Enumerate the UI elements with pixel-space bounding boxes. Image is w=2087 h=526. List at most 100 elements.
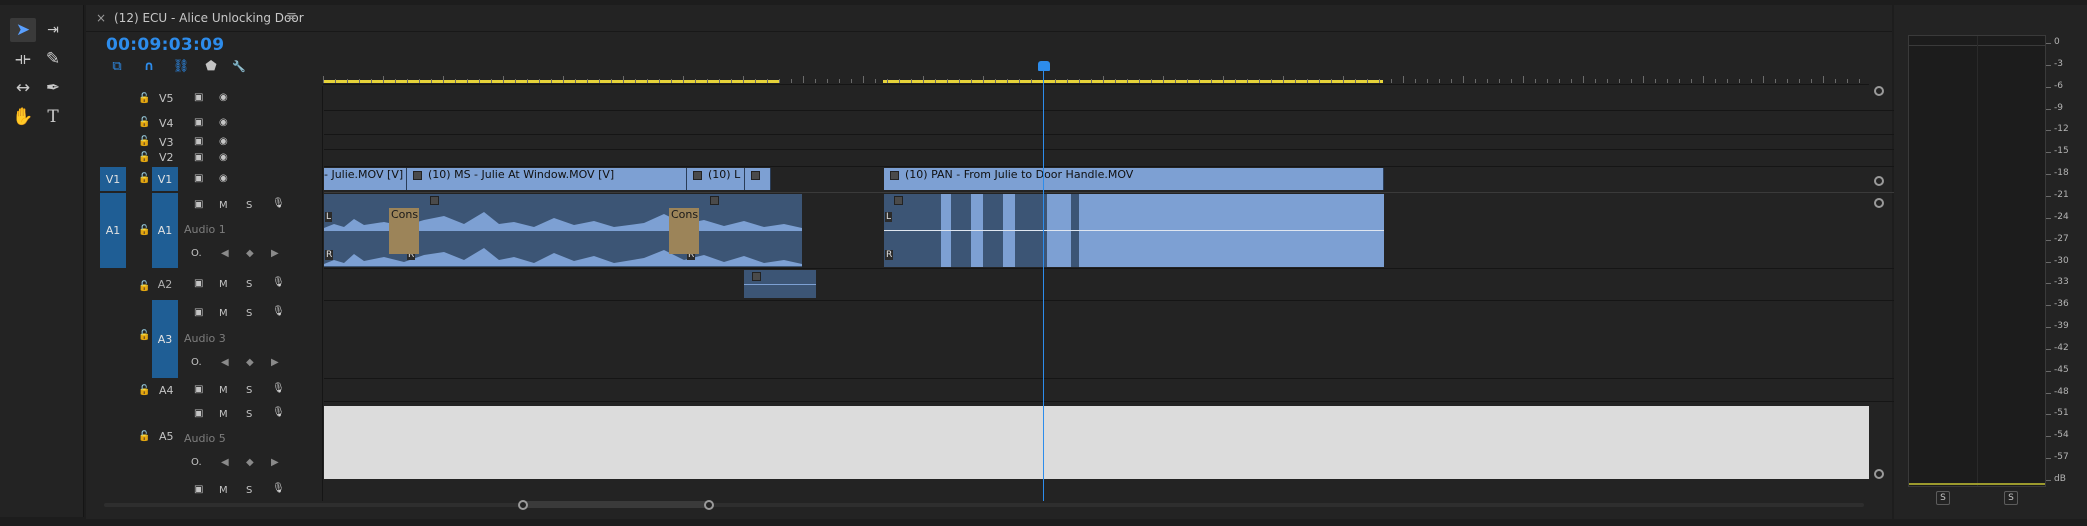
- time-ruler[interactable]: [323, 63, 1869, 85]
- solo-left-button[interactable]: S: [1936, 491, 1950, 505]
- lock-icon[interactable]: 🔓: [138, 331, 150, 341]
- solo-right-button[interactable]: S: [2004, 491, 2018, 505]
- video-clip[interactable]: (10) PAN - From Julie to Door Handle.MOV: [884, 168, 1384, 190]
- vertical-zoom-scrollbar[interactable]: [1871, 86, 1887, 501]
- voice-over-record-mic-icon[interactable]: 🎙: [272, 278, 285, 288]
- toggle-sync-film-icon[interactable]: ▣: [194, 174, 203, 184]
- voice-over-record-mic-icon[interactable]: 🎙: [272, 199, 285, 209]
- scroll-handle-top[interactable]: [1874, 86, 1884, 96]
- volume-rubber-band[interactable]: [744, 284, 816, 285]
- playhead-handle[interactable]: [1038, 61, 1050, 71]
- eye-icon[interactable]: ◉: [219, 153, 228, 163]
- video-clip[interactable]: [745, 168, 771, 190]
- track-label-a5[interactable]: A5: [159, 430, 174, 443]
- audio-5-selection-fill[interactable]: [324, 406, 1869, 479]
- solo-button[interactable]: S: [246, 201, 252, 211]
- razor-tool-icon[interactable]: ✎: [40, 47, 66, 71]
- snap-icon[interactable]: ∩: [138, 57, 160, 75]
- previous-keyframe-icon[interactable]: ◀: [221, 457, 229, 468]
- source-patch-v1[interactable]: V1: [100, 167, 126, 191]
- track-target-v1[interactable]: V1: [152, 167, 178, 191]
- mute-button[interactable]: M: [219, 201, 228, 211]
- selection-tool-icon[interactable]: ➤: [10, 18, 36, 42]
- voice-over-record-mic-icon[interactable]: 🎙: [272, 307, 285, 317]
- mute-button[interactable]: M: [219, 280, 228, 290]
- video-clip[interactable]: - Julie.MOV [V]: [324, 168, 407, 190]
- track-label-v2[interactable]: V2: [159, 151, 174, 164]
- mute-button[interactable]: M: [219, 386, 228, 396]
- lock-icon[interactable]: 🔓: [138, 282, 150, 292]
- type-tool-icon[interactable]: T: [40, 105, 66, 129]
- mute-button[interactable]: M: [219, 410, 228, 420]
- audio-transition[interactable]: Cons: [669, 208, 699, 254]
- zoom-handle-left[interactable]: [518, 500, 528, 510]
- slip-tool-icon[interactable]: ↔: [10, 76, 36, 100]
- scroll-handle-bottom[interactable]: [1874, 469, 1884, 479]
- source-patch-a1[interactable]: A1: [100, 193, 126, 268]
- next-keyframe-icon[interactable]: ▶: [271, 248, 279, 259]
- toggle-sync-film-icon[interactable]: ▣: [194, 200, 203, 210]
- add-keyframe-icon[interactable]: ◆: [246, 248, 254, 259]
- panel-menu-icon[interactable]: ≡: [286, 9, 297, 24]
- mute-button[interactable]: M: [219, 309, 228, 319]
- lock-icon[interactable]: 🔓: [138, 137, 150, 147]
- video-clip[interactable]: (10) L: [687, 168, 745, 190]
- track-target-a1[interactable]: A1: [152, 193, 178, 268]
- track-volume-icon[interactable]: O.: [191, 457, 202, 468]
- toggle-sync-film-icon[interactable]: ▣: [194, 93, 203, 103]
- zoom-handle-right[interactable]: [704, 500, 714, 510]
- track-target-a3[interactable]: A3: [152, 300, 178, 378]
- scroll-track[interactable]: [104, 503, 1864, 507]
- voice-over-record-mic-icon[interactable]: 🎙: [272, 408, 285, 418]
- solo-button[interactable]: S: [246, 386, 252, 396]
- previous-keyframe-icon[interactable]: ◀: [221, 357, 229, 368]
- lock-icon[interactable]: 🔓: [138, 386, 150, 396]
- audio-clip[interactable]: L R: [884, 194, 1384, 267]
- track-name-audio-5[interactable]: Audio 5: [184, 432, 226, 445]
- eye-icon[interactable]: ◉: [219, 93, 228, 103]
- scroll-thumb[interactable]: [522, 501, 712, 508]
- lock-icon[interactable]: 🔓: [138, 432, 150, 442]
- toggle-sync-film-icon[interactable]: ▣: [194, 279, 203, 289]
- track-volume-icon[interactable]: O.: [191, 248, 202, 259]
- solo-button[interactable]: S: [246, 309, 252, 319]
- track-label-v3[interactable]: V3: [159, 136, 174, 149]
- lock-icon[interactable]: 🔓: [138, 153, 150, 163]
- solo-button[interactable]: S: [246, 486, 252, 496]
- solo-button[interactable]: S: [246, 280, 252, 290]
- previous-keyframe-icon[interactable]: ◀: [221, 248, 229, 259]
- scroll-handle-bottom[interactable]: [1874, 176, 1884, 186]
- sequence-tab[interactable]: × (12) ECU - Alice Unlocking Door ≡: [86, 5, 1892, 32]
- mute-button[interactable]: M: [219, 486, 228, 496]
- toggle-sync-film-icon[interactable]: ▣: [194, 308, 203, 318]
- toggle-sync-film-icon[interactable]: ▣: [194, 409, 203, 419]
- video-clip[interactable]: (10) MS - Julie At Window.MOV [V]: [407, 168, 687, 190]
- work-area-bar[interactable]: [883, 80, 1383, 83]
- toggle-sync-film-icon[interactable]: ▣: [194, 385, 203, 395]
- playhead-timecode[interactable]: 00:09:03:09: [106, 35, 224, 55]
- track-label-v5[interactable]: V5: [159, 92, 174, 105]
- add-keyframe-icon[interactable]: ◆: [246, 457, 254, 468]
- insert-sequence-nest-icon[interactable]: ⧉: [106, 57, 128, 75]
- voice-over-record-mic-icon[interactable]: 🎙: [272, 484, 285, 494]
- track-volume-icon[interactable]: O.: [191, 357, 202, 368]
- solo-button[interactable]: S: [246, 410, 252, 420]
- linked-selection-icon[interactable]: ⛓: [170, 57, 192, 75]
- eye-icon[interactable]: ◉: [219, 137, 228, 147]
- track-label-v4[interactable]: V4: [159, 117, 174, 130]
- add-marker-icon[interactable]: ⬟: [200, 57, 222, 75]
- audio-transition[interactable]: Cons: [389, 208, 419, 254]
- toggle-sync-film-icon[interactable]: ▣: [194, 485, 203, 495]
- next-keyframe-icon[interactable]: ▶: [271, 357, 279, 368]
- pen-tool-icon[interactable]: ✒: [40, 76, 66, 100]
- ripple-edit-tool-icon[interactable]: ⟛: [10, 47, 36, 71]
- eye-icon[interactable]: ◉: [219, 174, 228, 184]
- eye-icon[interactable]: ◉: [219, 118, 228, 128]
- horizontal-zoom-scrollbar[interactable]: [104, 500, 1884, 510]
- add-keyframe-icon[interactable]: ◆: [246, 357, 254, 368]
- timeline-settings-wrench-icon[interactable]: 🔧: [228, 57, 250, 75]
- hand-tool-icon[interactable]: ✋: [10, 105, 36, 129]
- track-area[interactable]: - Julie.MOV [V] (10) MS - Julie At Windo…: [324, 86, 2087, 501]
- lock-icon[interactable]: 🔓: [138, 174, 150, 184]
- track-target-a2[interactable]: A2: [152, 273, 178, 295]
